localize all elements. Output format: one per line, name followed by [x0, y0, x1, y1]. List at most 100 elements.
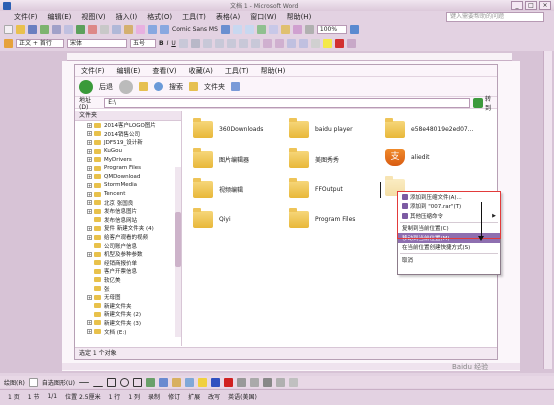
tree-item[interactable]: + 北京 张国良 [75, 198, 181, 207]
tree-item[interactable]: 软亿美 [75, 276, 181, 285]
bold-button[interactable]: B [159, 40, 164, 47]
expand-toggle-icon[interactable]: + [87, 208, 92, 214]
line-spacing-icon[interactable] [250, 39, 260, 48]
folders-icon[interactable] [189, 82, 198, 91]
ctx-cancel[interactable]: 取消 [398, 255, 500, 265]
italic-button[interactable]: I [167, 40, 169, 47]
menu-file[interactable]: 文件(F) [14, 12, 38, 22]
tree-item[interactable]: + 新建文件夹 (3) [75, 319, 181, 328]
font-color-icon[interactable] [334, 39, 344, 48]
menu-format[interactable]: 格式(O) [147, 12, 172, 22]
expand-toggle-icon[interactable]: + [87, 320, 92, 326]
diagram-icon[interactable] [158, 377, 168, 387]
status-extend[interactable]: 扩展 [188, 392, 200, 401]
drawing-icon[interactable] [280, 25, 290, 34]
arrow-style-icon[interactable] [262, 377, 272, 387]
font-size-select[interactable]: 五号 [130, 39, 156, 48]
font-select[interactable]: 宋体 [67, 39, 127, 48]
copy-icon[interactable] [112, 25, 121, 34]
explorer-menu-help[interactable]: 帮助(H) [261, 66, 286, 76]
research-icon[interactable] [88, 25, 97, 34]
line-style-icon[interactable] [236, 377, 246, 387]
tree-item[interactable]: + KuGou [75, 147, 181, 156]
menu-insert[interactable]: 插入(I) [116, 12, 138, 22]
expand-toggle-icon[interactable]: + [87, 139, 92, 145]
arrow-icon[interactable] [92, 378, 103, 387]
draw-menu[interactable]: 绘图(R) [4, 378, 25, 387]
numbering-icon[interactable] [262, 39, 272, 48]
line-color-icon[interactable] [210, 377, 220, 387]
expand-toggle-icon[interactable]: + [87, 131, 92, 137]
explorer-menu-tools[interactable]: 工具(T) [225, 66, 249, 76]
fill-color-icon[interactable] [197, 377, 207, 387]
tree-item[interactable]: 新建文件夹 [75, 301, 181, 310]
font-color-draw-icon[interactable] [223, 377, 233, 387]
file-item[interactable]: FFOutput [289, 178, 343, 198]
dash-style-icon[interactable] [249, 377, 259, 387]
bullets-icon[interactable] [274, 39, 284, 48]
expand-toggle-icon[interactable]: + [87, 182, 92, 188]
justify-icon[interactable] [238, 39, 248, 48]
print-preview-icon[interactable] [64, 25, 73, 34]
print-icon[interactable] [52, 25, 61, 34]
undo-icon[interactable] [148, 25, 157, 34]
cut-icon[interactable] [100, 25, 109, 34]
go-button[interactable]: 转到 [485, 94, 497, 112]
open-icon[interactable] [16, 25, 25, 34]
spelling-icon[interactable] [76, 25, 85, 34]
file-item[interactable]: 360Downloads [193, 118, 263, 138]
rectangle-icon[interactable] [106, 377, 116, 387]
menu-edit[interactable]: 编辑(E) [48, 12, 72, 22]
expand-toggle-icon[interactable]: + [87, 157, 92, 163]
columns-icon[interactable] [268, 25, 278, 34]
tree-item[interactable]: +2014销售公司 [75, 130, 181, 139]
tree-item[interactable]: + QMDownload [75, 173, 181, 182]
expand-toggle-icon[interactable]: + [87, 165, 92, 171]
tree-item[interactable]: 公司账户信息 [75, 241, 181, 250]
forward-icon[interactable] [119, 79, 133, 94]
file-item[interactable]: Qiyi [193, 208, 231, 228]
clipart-icon[interactable] [171, 377, 181, 387]
minimize-button[interactable]: _ [511, 1, 523, 10]
file-item[interactable]: 美图秀秀 [289, 148, 339, 168]
oval-icon[interactable] [119, 377, 129, 387]
tree-item[interactable]: +2014客户LOGO图片 [75, 121, 181, 130]
file-item[interactable]: Program Files [289, 208, 355, 228]
redo-icon[interactable] [160, 25, 169, 34]
tables-icon[interactable] [232, 25, 242, 34]
insert-table-icon[interactable] [244, 25, 254, 34]
paste-icon[interactable] [124, 25, 133, 34]
char-shading-icon[interactable] [190, 39, 200, 48]
maximize-button[interactable]: □ [525, 1, 537, 10]
menu-view[interactable]: 视图(V) [81, 12, 105, 22]
file-item[interactable]: e58e48019e2ed07... [385, 118, 473, 138]
go-arrow-icon[interactable] [473, 97, 484, 108]
menu-window[interactable]: 窗口(W) [250, 12, 276, 22]
explorer-menu-edit[interactable]: 编辑(E) [117, 66, 141, 76]
menu-tools[interactable]: 工具(T) [182, 12, 206, 22]
tree-item[interactable]: 发布信息网站 [75, 216, 181, 225]
explorer-menu-favorites[interactable]: 收藏(A) [189, 66, 213, 76]
new-doc-icon[interactable] [4, 25, 13, 34]
tree-item[interactable]: 张 [75, 284, 181, 293]
align-center-icon[interactable] [214, 39, 224, 48]
align-right-icon[interactable] [226, 39, 236, 48]
tree-item[interactable]: + 无母图 [75, 293, 181, 302]
expand-toggle-icon[interactable]: + [87, 174, 92, 180]
tree-item[interactable]: + 机型及参种参数 [75, 250, 181, 259]
expand-toggle-icon[interactable]: + [87, 122, 92, 128]
status-overtype[interactable]: 改写 [208, 392, 220, 401]
file-item[interactable]: baidu player [289, 118, 353, 138]
font-name-display[interactable]: Comic Sans MS [172, 26, 218, 33]
align-left-icon[interactable] [202, 39, 212, 48]
wordart-icon[interactable] [145, 377, 155, 387]
excel-icon[interactable] [256, 25, 266, 34]
file-item[interactable]: 图片编辑器 [193, 148, 249, 168]
format-painter-icon[interactable] [136, 25, 145, 34]
tree-item[interactable]: + 发布信息图片 [75, 207, 181, 216]
expand-toggle-icon[interactable]: + [87, 225, 92, 231]
expand-toggle-icon[interactable]: + [87, 251, 92, 257]
vertical-scrollbar[interactable] [543, 51, 552, 369]
tree-item[interactable]: + MyDrivers [75, 155, 181, 164]
textbox-icon[interactable] [132, 377, 142, 387]
